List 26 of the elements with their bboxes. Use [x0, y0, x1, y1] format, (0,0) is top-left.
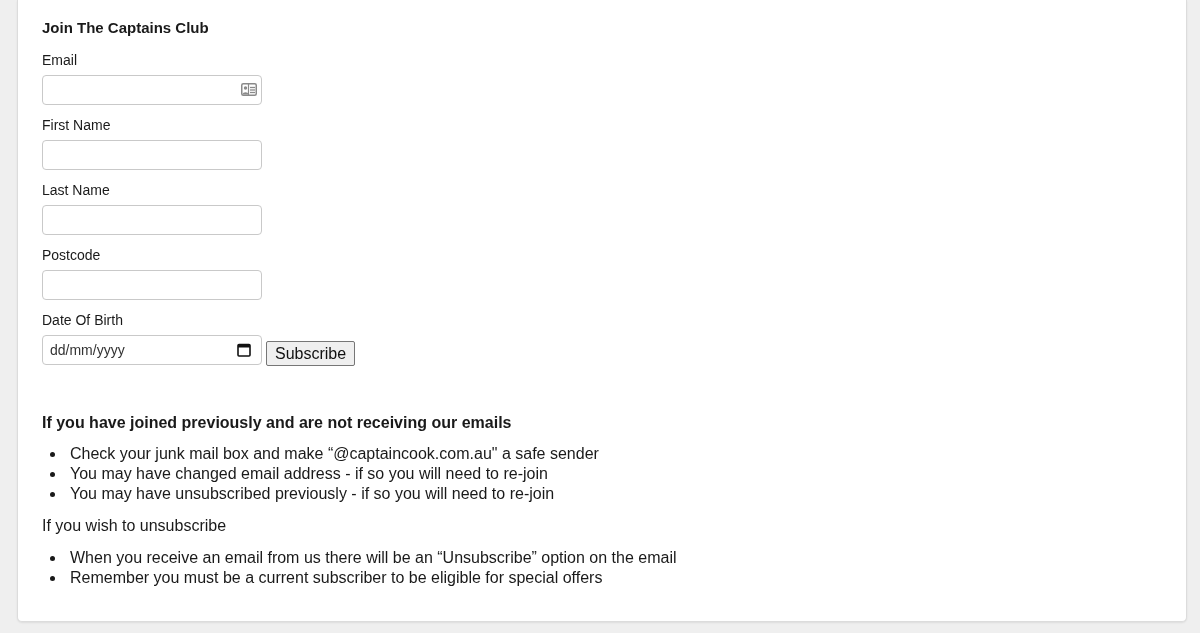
list-item-text: When you receive an email from us there will be an “Unsubscribe” option on the email [70, 548, 677, 568]
field-label: Last Name [42, 182, 110, 199]
calendar-icon[interactable] [237, 343, 251, 357]
bullet-icon [50, 471, 55, 477]
input-field[interactable] [42, 270, 262, 300]
input-field[interactable] [42, 205, 262, 235]
email-field[interactable] [42, 75, 262, 105]
list-item-text: You may have unsubscribed previously - if so you will need to re-join [70, 484, 555, 504]
bullet-icon [50, 575, 55, 581]
field-label: First Name [42, 117, 111, 134]
subscribe-button[interactable]: Subscribe [266, 341, 356, 366]
contact-card-icon[interactable] [241, 83, 257, 96]
unsubscribe-heading: If you wish to unsubscribe [42, 516, 228, 536]
form-title: Join The Captains Club [42, 19, 210, 37]
field-label: Postcode [42, 247, 101, 264]
help-heading: If you have joined previously and are not receiving our emails [42, 413, 513, 432]
bullet-icon [50, 451, 55, 457]
bullet-icon [50, 555, 55, 561]
list-item-text: You may have changed email address - if so you will need to re-join [70, 464, 548, 484]
list-item-text: Check your junk mail box and make “@captaincook.com.au" a safe sender [70, 444, 599, 464]
date-field[interactable]: dd/mm/yyyy [42, 335, 262, 365]
field-label: Date Of Birth [42, 312, 123, 329]
input-field[interactable] [42, 140, 262, 170]
bullet-icon [50, 491, 55, 497]
list-item-text: Remember you must be a current subscriber to be eligible for special offers [70, 568, 603, 588]
field-label: Email [42, 52, 77, 69]
